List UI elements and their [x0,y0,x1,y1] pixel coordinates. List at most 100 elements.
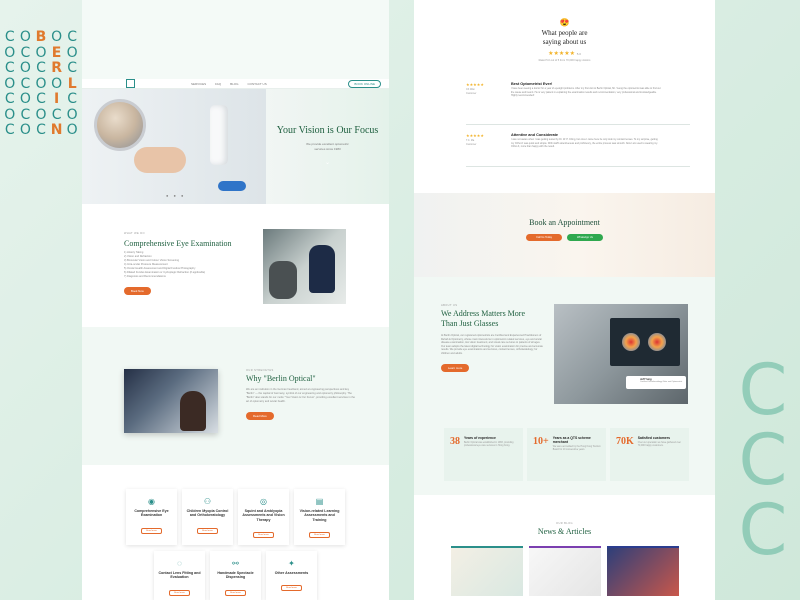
service-label: Comprehensive Eye Examination [134,509,169,518]
nav-item-blog[interactable]: BLOG [230,82,238,86]
patient-graphic [269,261,297,299]
news-section: OUR BLOG News & Articles [414,495,715,600]
book-online-button[interactable]: BOOK ONLINE [348,79,381,88]
other-icon: ✦ [288,559,295,568]
logo-glyph: O [19,60,31,76]
stat-card: 10+ Years as a QTS scheme merchant We we… [527,428,606,481]
service-read-more[interactable]: Read more [197,527,218,534]
review-source: Customer [466,143,477,147]
why-body: We are an institution in the German hear… [246,388,355,403]
call-us-button[interactable]: Call Us Today [526,234,563,241]
stat-label: Years of experience [464,436,496,440]
squint-icon: ◎ [260,497,267,506]
contact-lens-icon: ◌ [177,559,182,568]
logo-glyph: C [67,91,78,107]
review-title: Attentive and Considerate [511,133,559,137]
service-card[interactable]: ◌ Contact Lens Fitting and Evaluation Re… [154,551,205,600]
stats-row: 38 Years of experience Berlin Optical wa… [444,428,689,481]
service-read-more[interactable]: Read more [169,589,190,596]
homepage-mockup-left: SERVICES FAQ BLOG CONTACT US BOOK ONLINE… [82,0,389,600]
logo-glyph: N [50,122,63,138]
service-label: Other Assessments [274,571,309,575]
logo-glyph: O [4,106,16,123]
exam-section: WHAT WE DO Comprehensive Eye Examination… [82,204,389,327]
about-text: ABOUT US We Address Matters More Than Ju… [441,304,543,374]
rating-stars: ★★★★★ 5.0 [548,51,581,57]
nav-item-faq[interactable]: FAQ [215,82,221,86]
logo-glyph: O [35,44,47,61]
nav-item-services[interactable]: SERVICES [191,82,206,86]
why-read-more-button[interactable]: Read More [246,412,274,420]
stat-number: 70K [616,436,634,447]
service-read-more[interactable]: Read more [253,532,274,539]
nav-item-contact[interactable]: CONTACT US [247,82,266,86]
logo-glyph: O [19,29,31,45]
rating-value: 5.0 [576,52,581,56]
logo-glyph: O [19,122,31,138]
logo-glyph: E [51,44,62,61]
service-read-more[interactable]: Read more [141,527,162,534]
lens-case-graphic [218,181,246,191]
service-label: Squint and Amblyopia Assessments and Vis… [242,509,285,522]
review-content: Best Optometrist Ever! I have been seein… [511,82,661,98]
top-nav: SERVICES FAQ BLOG CONTACT US BOOK ONLINE [82,79,389,89]
staff-role: Certified Orthokeratology Fitter and Opt… [640,381,683,383]
appointment-buttons: Call Us Today WhatsApp Us [414,234,715,241]
learning-icon: ▤ [315,497,324,506]
smile-emoji-icon: 😍 [559,18,570,27]
service-card[interactable]: ⚯ Handmade Spectacle Dispensing Read mor… [210,551,261,600]
news-card[interactable] [606,546,679,596]
myopia-icon: ⚇ [203,497,212,506]
mirror-graphic [94,99,146,151]
logo-glyph: O [51,75,63,92]
hand-graphic [134,147,186,173]
stat-number: 38 [450,436,460,447]
services-row: ◉ Comprehensive Eye Examination Read mor… [82,489,389,545]
service-read-more[interactable]: Read more [281,585,302,592]
service-read-more[interactable]: Read more [309,532,330,539]
chevron-down-icon[interactable]: ⌄ [266,159,389,166]
hero-section: ● ● ● Your Vision is Our Focus We provid… [82,89,389,204]
testimonials-section: 😍 What people are saying about us ★★★★★ … [414,0,715,193]
review-source: Customer [466,92,477,96]
whatsapp-button[interactable]: WhatsApp Us [567,234,603,241]
site-logo[interactable] [126,79,135,88]
service-card[interactable]: ◉ Comprehensive Eye Examination Read mor… [126,489,177,545]
about-learn-more-button[interactable]: Learn more [441,363,470,372]
service-card[interactable]: ▤ Vision-related Learning Assessments an… [294,489,345,545]
logo-glyph: C [51,106,62,123]
eye-exam-icon: ◉ [148,497,155,506]
hero-image: ● ● ● [82,89,266,204]
logo-glyph: O [19,91,31,107]
logo-glyph: O [51,29,63,45]
news-card[interactable] [450,546,523,596]
logo-glyph: O [66,122,78,138]
exam-book-button[interactable]: Book Now [124,287,151,295]
retina-scan-graphic [622,333,640,351]
why-eyebrow: OUR STRENGTHS [246,369,274,372]
spectacle-icon: ⚯ [232,559,239,568]
review-item: ★★★★★ T.C. Ma Customer Attentive and Con… [466,133,661,149]
service-card[interactable]: ⚇ Children Myopia Control and Orthokerat… [182,489,233,545]
service-card[interactable]: ✦ Other Assessments Read more [266,551,317,600]
about-eyebrow: ABOUT US [441,304,458,307]
review-item: ★★★★★ CK Wan Customer Best Optometrist E… [466,82,661,98]
logo-glyph: C [20,44,31,61]
doctor-graphic [309,245,335,293]
logo-glyph: C [4,91,15,107]
carousel-dots[interactable]: ● ● ● [166,193,185,198]
exam-eyebrow: WHAT WE DO [124,232,145,235]
logo-glyph: C [36,60,46,76]
review-author: CK Wan [466,88,475,91]
stat-label: Satisfied customers [637,436,671,440]
about-section: ABOUT US We Address Matters More Than Ju… [414,277,715,495]
review-stars: ★★★★★ [466,133,484,138]
service-read-more[interactable]: Read more [225,589,246,596]
service-card[interactable]: ◎ Squint and Amblyopia Assessments and V… [238,489,289,545]
logo-glyph: O [66,106,78,123]
logo-glyph: O [4,75,16,92]
why-photo [124,369,218,433]
logo-glyph: C [36,122,46,138]
news-card[interactable] [528,546,601,596]
service-label: Vision-related Learning Assessments and … [299,509,340,522]
